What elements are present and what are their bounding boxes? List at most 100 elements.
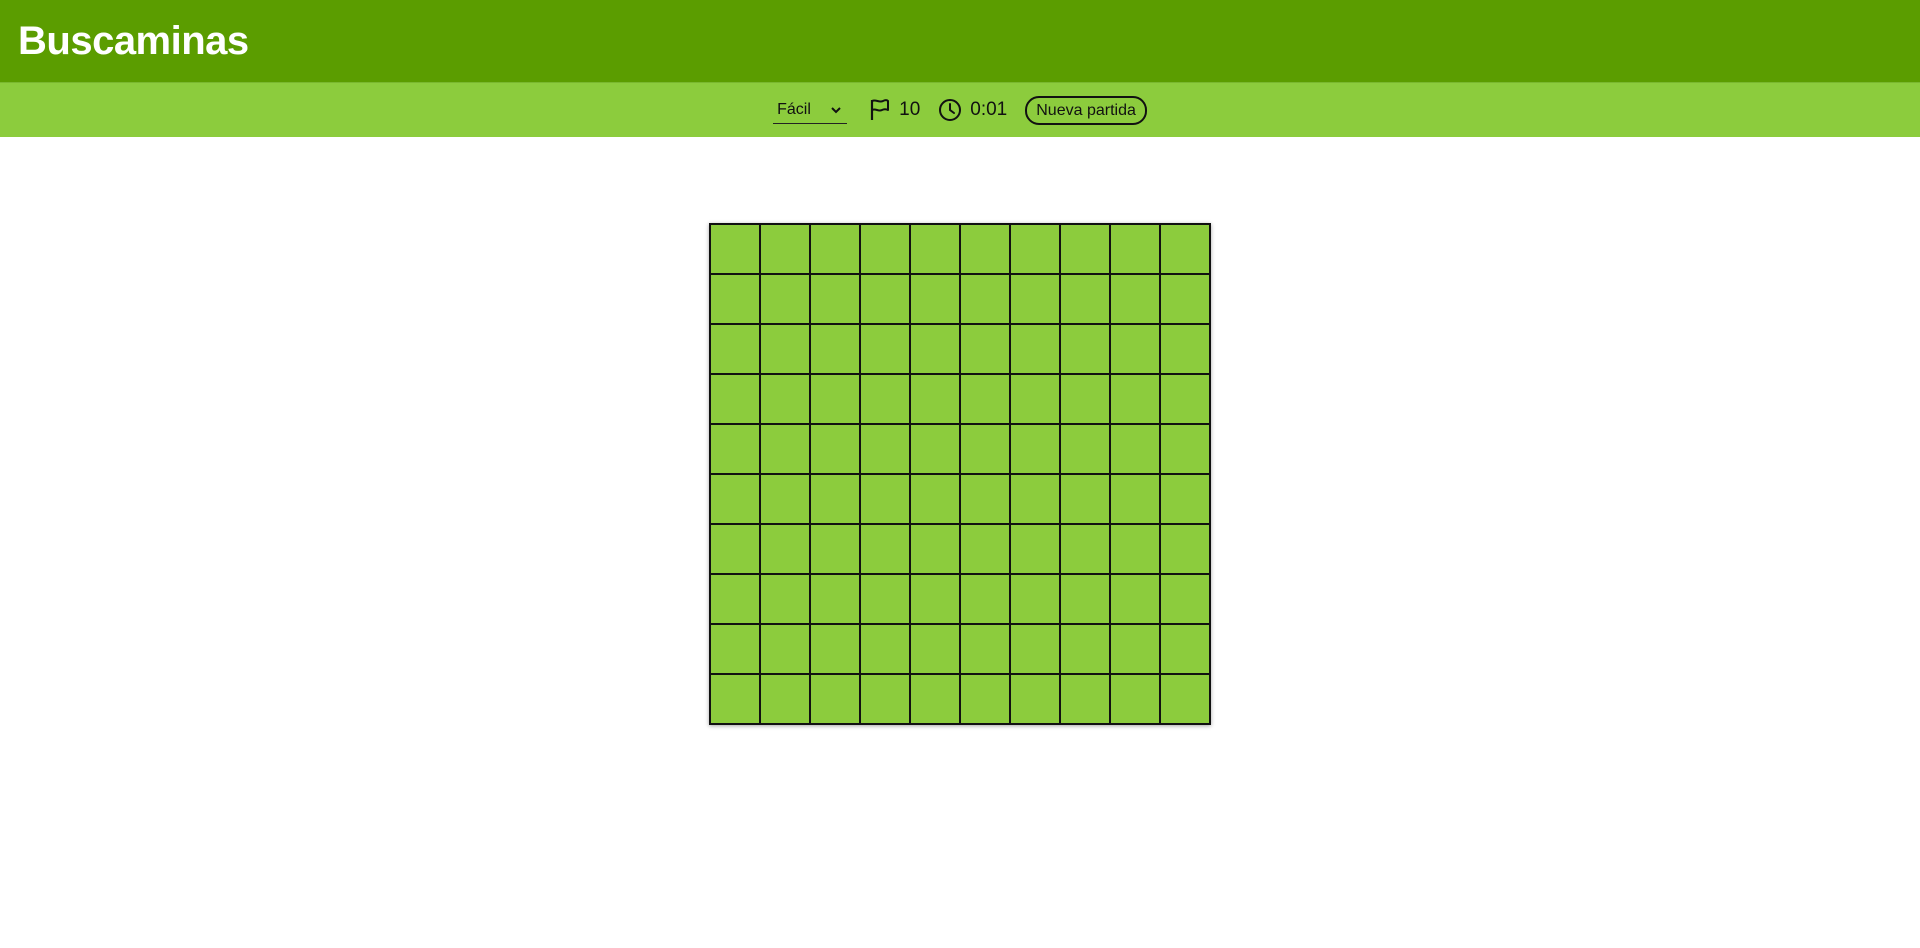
- board-cell[interactable]: [1110, 374, 1160, 424]
- board-cell[interactable]: [1160, 674, 1210, 724]
- board-cell[interactable]: [710, 624, 760, 674]
- board-cell[interactable]: [1160, 424, 1210, 474]
- board-cell[interactable]: [860, 474, 910, 524]
- board-cell[interactable]: [1110, 474, 1160, 524]
- board-cell[interactable]: [710, 574, 760, 624]
- board-cell[interactable]: [710, 474, 760, 524]
- difficulty-select[interactable]: Fácil: [773, 96, 848, 124]
- board-cell[interactable]: [1160, 224, 1210, 274]
- board-cell[interactable]: [860, 624, 910, 674]
- board-cell[interactable]: [1060, 474, 1110, 524]
- board-cell[interactable]: [710, 424, 760, 474]
- board-cell[interactable]: [1160, 574, 1210, 624]
- board-cell[interactable]: [1110, 524, 1160, 574]
- board-cell[interactable]: [910, 424, 960, 474]
- board-cell[interactable]: [960, 224, 1010, 274]
- board-cell[interactable]: [760, 224, 810, 274]
- board-cell[interactable]: [760, 674, 810, 724]
- board-cell[interactable]: [810, 224, 860, 274]
- board-cell[interactable]: [1010, 524, 1060, 574]
- board-cell[interactable]: [1060, 674, 1110, 724]
- board-cell[interactable]: [910, 324, 960, 374]
- board-cell[interactable]: [810, 674, 860, 724]
- board-cell[interactable]: [1010, 624, 1060, 674]
- board-cell[interactable]: [1060, 624, 1110, 674]
- board-cell[interactable]: [960, 424, 1010, 474]
- board-cell[interactable]: [810, 424, 860, 474]
- board-cell[interactable]: [810, 324, 860, 374]
- board-cell[interactable]: [710, 324, 760, 374]
- board-cell[interactable]: [810, 524, 860, 574]
- board-cell[interactable]: [960, 574, 1010, 624]
- board-cell[interactable]: [760, 524, 810, 574]
- board-cell[interactable]: [760, 424, 810, 474]
- board-cell[interactable]: [810, 474, 860, 524]
- board-cell[interactable]: [910, 374, 960, 424]
- board-cell[interactable]: [1060, 274, 1110, 324]
- board-cell[interactable]: [960, 374, 1010, 424]
- board-cell[interactable]: [1010, 474, 1060, 524]
- board-cell[interactable]: [710, 524, 760, 574]
- board-cell[interactable]: [1160, 524, 1210, 574]
- board-cell[interactable]: [810, 624, 860, 674]
- board-cell[interactable]: [1110, 224, 1160, 274]
- board-cell[interactable]: [1010, 374, 1060, 424]
- board-cell[interactable]: [810, 274, 860, 324]
- board-cell[interactable]: [960, 674, 1010, 724]
- board-cell[interactable]: [960, 524, 1010, 574]
- board-cell[interactable]: [810, 574, 860, 624]
- board-cell[interactable]: [860, 274, 910, 324]
- board-cell[interactable]: [1010, 224, 1060, 274]
- board-cell[interactable]: [860, 324, 910, 374]
- board-cell[interactable]: [760, 324, 810, 374]
- board-cell[interactable]: [1110, 624, 1160, 674]
- board-cell[interactable]: [910, 524, 960, 574]
- board-cell[interactable]: [1110, 674, 1160, 724]
- board-cell[interactable]: [860, 574, 910, 624]
- board-cell[interactable]: [710, 674, 760, 724]
- board-cell[interactable]: [1110, 574, 1160, 624]
- board-cell[interactable]: [960, 274, 1010, 324]
- board-cell[interactable]: [710, 374, 760, 424]
- board-cell[interactable]: [1110, 324, 1160, 374]
- board-cell[interactable]: [1060, 374, 1110, 424]
- board-cell[interactable]: [1010, 324, 1060, 374]
- board-cell[interactable]: [1110, 424, 1160, 474]
- board-cell[interactable]: [1160, 374, 1210, 424]
- board-cell[interactable]: [860, 374, 910, 424]
- board-cell[interactable]: [860, 224, 910, 274]
- board-cell[interactable]: [960, 324, 1010, 374]
- board-cell[interactable]: [1060, 324, 1110, 374]
- board-cell[interactable]: [860, 674, 910, 724]
- board-cell[interactable]: [910, 674, 960, 724]
- board-cell[interactable]: [910, 224, 960, 274]
- board-cell[interactable]: [860, 524, 910, 574]
- board-cell[interactable]: [1010, 574, 1060, 624]
- board-cell[interactable]: [1010, 424, 1060, 474]
- board-cell[interactable]: [1010, 674, 1060, 724]
- board-cell[interactable]: [910, 474, 960, 524]
- board-cell[interactable]: [1010, 274, 1060, 324]
- board-cell[interactable]: [810, 374, 860, 424]
- board-cell[interactable]: [710, 274, 760, 324]
- board-cell[interactable]: [760, 274, 810, 324]
- board-cell[interactable]: [910, 574, 960, 624]
- new-game-button[interactable]: Nueva partida: [1025, 95, 1147, 125]
- board-cell[interactable]: [1160, 324, 1210, 374]
- board-cell[interactable]: [1160, 624, 1210, 674]
- board-cell[interactable]: [910, 274, 960, 324]
- board-cell[interactable]: [1060, 574, 1110, 624]
- board-cell[interactable]: [860, 424, 910, 474]
- board-cell[interactable]: [1160, 474, 1210, 524]
- board-cell[interactable]: [1160, 274, 1210, 324]
- board-cell[interactable]: [960, 474, 1010, 524]
- board-cell[interactable]: [710, 224, 760, 274]
- board-cell[interactable]: [1060, 224, 1110, 274]
- board-cell[interactable]: [760, 474, 810, 524]
- board-cell[interactable]: [910, 624, 960, 674]
- board-cell[interactable]: [760, 624, 810, 674]
- board-cell[interactable]: [960, 624, 1010, 674]
- board-cell[interactable]: [760, 374, 810, 424]
- board-cell[interactable]: [1060, 424, 1110, 474]
- board-cell[interactable]: [760, 574, 810, 624]
